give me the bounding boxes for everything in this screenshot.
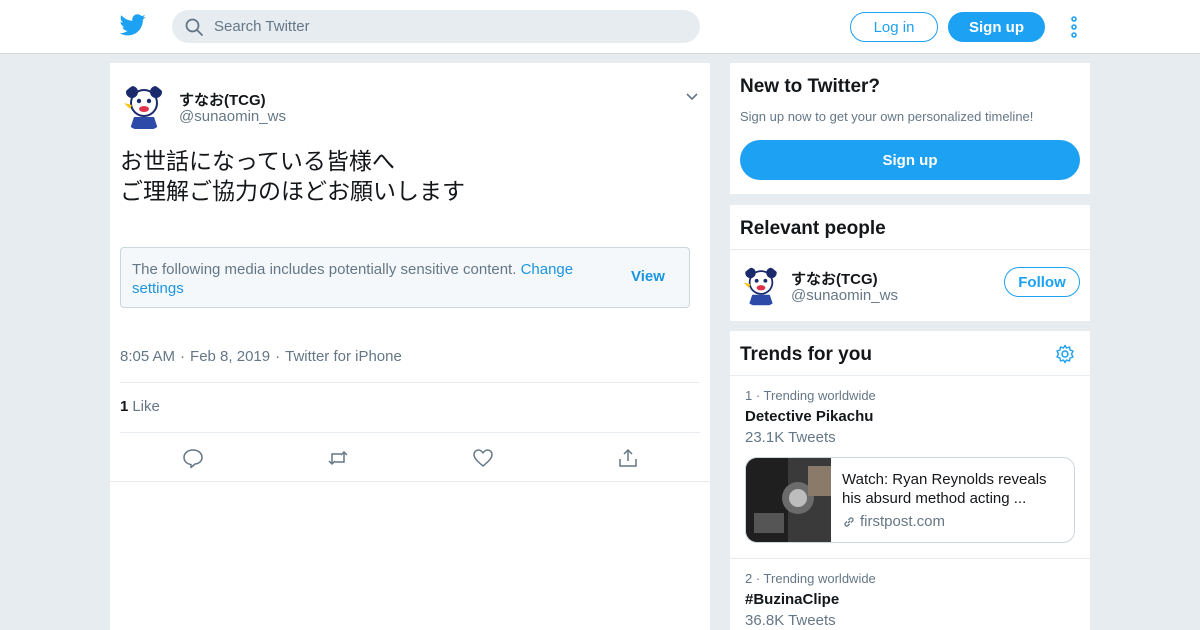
divider	[120, 382, 700, 383]
follow-button[interactable]: Follow	[1004, 267, 1080, 297]
divider	[730, 249, 1090, 250]
heart-icon[interactable]	[472, 447, 494, 469]
trend-name[interactable]: Detective Pikachu	[745, 408, 873, 425]
like-count: 1	[120, 398, 129, 415]
tweet-time[interactable]: 8:05 AM	[120, 348, 175, 365]
trends-title: Trends for you	[740, 344, 872, 365]
relevant-person-avatar[interactable]	[740, 265, 782, 307]
trend-tweet-count: 23.1K Tweets	[745, 429, 836, 446]
author-name[interactable]: すなお(TCG)	[179, 89, 266, 110]
divider	[730, 375, 1090, 376]
search-input[interactable]	[214, 18, 674, 35]
link-card-thumbnail	[746, 458, 831, 542]
new-to-twitter-panel: New to Twitter? Sign up now to get your …	[730, 63, 1090, 194]
retweet-icon[interactable]	[327, 447, 349, 469]
tweet-text: お世話になっている皆様へ ご理解ご協力のほどお願いします	[120, 149, 465, 205]
trends-panel: Trends for you 1 · Trending worldwide De…	[730, 331, 1090, 630]
twitter-bird-logo-icon[interactable]	[120, 13, 146, 37]
separator-dot: ·	[275, 348, 281, 365]
tweet-date[interactable]: Feb 8, 2019	[190, 348, 270, 365]
trend-meta: 2 · Trending worldwide	[745, 571, 876, 586]
like-stats[interactable]: 1 Like	[120, 398, 160, 415]
link-card-domain: firstpost.com	[860, 513, 946, 530]
trend-meta: 1 · Trending worldwide	[745, 388, 876, 403]
divider	[730, 558, 1090, 559]
author-avatar[interactable]	[120, 83, 168, 131]
trend-link-card[interactable]: Watch: Ryan Reynolds reveals his absurd …	[745, 457, 1075, 543]
gear-icon[interactable]	[1055, 344, 1075, 364]
signup-button[interactable]: Sign up	[948, 12, 1045, 42]
tweet-source: Twitter for iPhone	[285, 348, 402, 365]
tweet-metadata: 8:05 AM · Feb 8, 2019 · Twitter for iPhone	[120, 348, 402, 365]
tweet-actions	[110, 445, 710, 481]
new-to-twitter-subtitle: Sign up now to get your own personalized…	[740, 109, 1034, 124]
author-handle[interactable]: @sunaomin_ws	[179, 108, 286, 125]
search-icon	[185, 18, 203, 36]
separator-dot: ·	[180, 348, 186, 365]
sensitive-message-text: The following media includes potentially…	[132, 261, 517, 278]
view-media-button[interactable]: View	[631, 268, 665, 285]
divider	[110, 481, 710, 482]
reply-icon[interactable]	[182, 447, 204, 469]
link-card-source: firstpost.com	[842, 513, 945, 530]
top-navigation-bar: Log in Sign up	[0, 0, 1200, 54]
chevron-down-icon[interactable]	[685, 90, 699, 104]
link-icon	[844, 516, 854, 527]
login-button[interactable]: Log in	[850, 12, 938, 42]
signup-panel-button[interactable]: Sign up	[740, 140, 1080, 180]
relevant-people-title: Relevant people	[740, 218, 886, 239]
link-card-title: Watch: Ryan Reynolds reveals his absurd …	[842, 471, 1047, 507]
like-label: Like	[132, 398, 160, 415]
more-options-icon[interactable]	[1068, 15, 1080, 39]
relevant-person-name[interactable]: すなお(TCG)	[791, 268, 878, 289]
divider	[120, 432, 700, 433]
trend-tweet-count: 36.8K Tweets	[745, 612, 836, 629]
search-bar[interactable]	[172, 10, 700, 43]
share-icon[interactable]	[617, 447, 639, 469]
relevant-people-panel: Relevant people すなお(TCG) @sunaomin_ws Fo…	[730, 205, 1090, 321]
trend-name[interactable]: #BuzinaClipe	[745, 591, 839, 608]
relevant-person-handle[interactable]: @sunaomin_ws	[791, 287, 898, 304]
tweet-card: すなお(TCG) @sunaomin_ws お世話になっている皆様へ ご理解ご協…	[110, 63, 710, 630]
new-to-twitter-title: New to Twitter?	[740, 76, 881, 97]
sensitive-media-notice: The following media includes potentially…	[120, 247, 690, 308]
sensitive-message: The following media includes potentially…	[132, 260, 602, 298]
